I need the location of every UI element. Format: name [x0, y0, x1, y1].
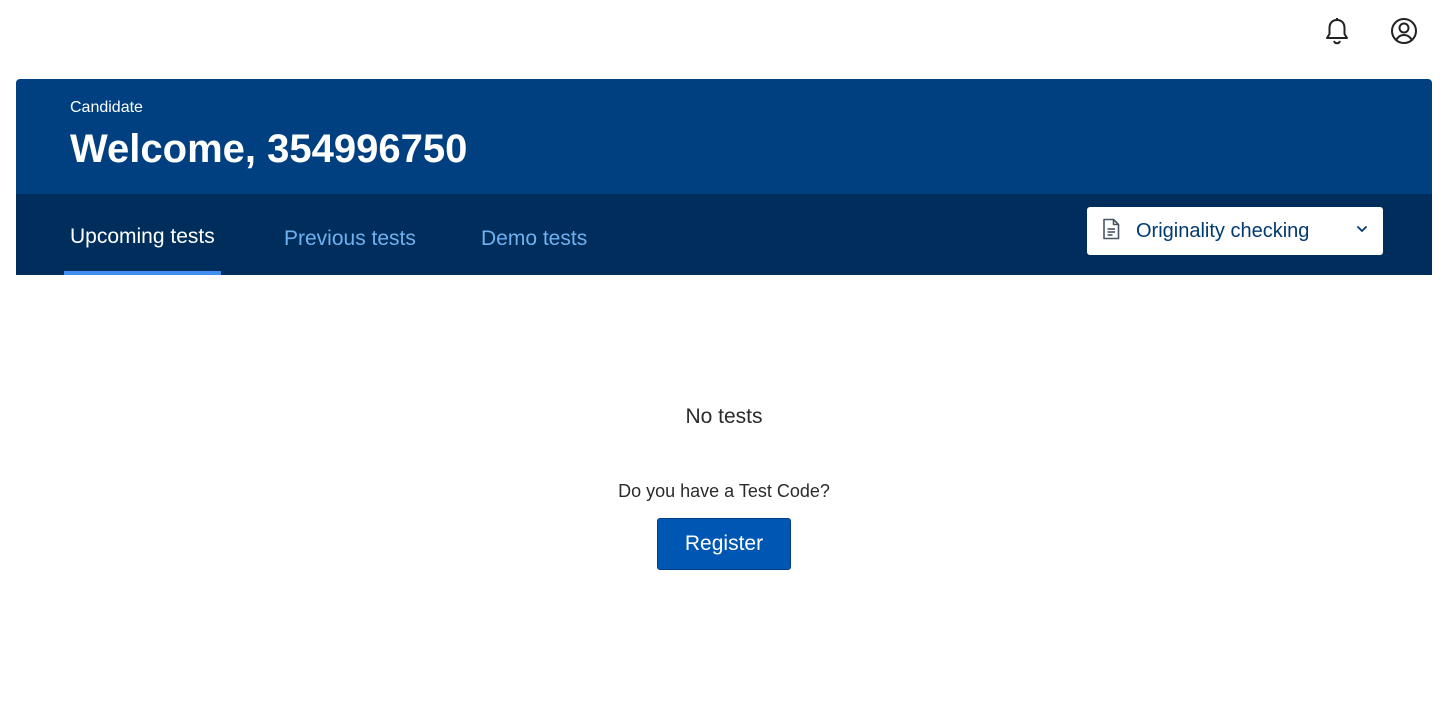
user-circle-icon[interactable] — [1389, 16, 1419, 46]
tab-bar: Upcoming tests Previous tests Demo tests… — [16, 194, 1432, 275]
tab-upcoming-tests[interactable]: Upcoming tests — [64, 194, 221, 275]
bell-icon[interactable] — [1322, 16, 1352, 46]
register-button[interactable]: Register — [657, 518, 791, 570]
tab-previous-tests[interactable]: Previous tests — [278, 194, 422, 275]
role-label: Candidate — [70, 99, 143, 116]
welcome-banner: Candidate Welcome, 354996750 Upcoming te… — [16, 79, 1432, 275]
chevron-down-icon — [1355, 222, 1369, 241]
page-title: Welcome, 354996750 — [70, 127, 468, 171]
tab-demo-tests[interactable]: Demo tests — [475, 194, 593, 275]
banner-header: Candidate Welcome, 354996750 — [16, 79, 1432, 194]
dropdown-selected-value: Originality checking — [1136, 219, 1310, 242]
top-bar — [0, 0, 1453, 79]
document-icon — [1101, 218, 1136, 245]
test-code-prompt: Do you have a Test Code? — [618, 481, 830, 501]
empty-state-title: No tests — [685, 405, 763, 428]
originality-dropdown[interactable]: Originality checking — [1087, 207, 1383, 255]
